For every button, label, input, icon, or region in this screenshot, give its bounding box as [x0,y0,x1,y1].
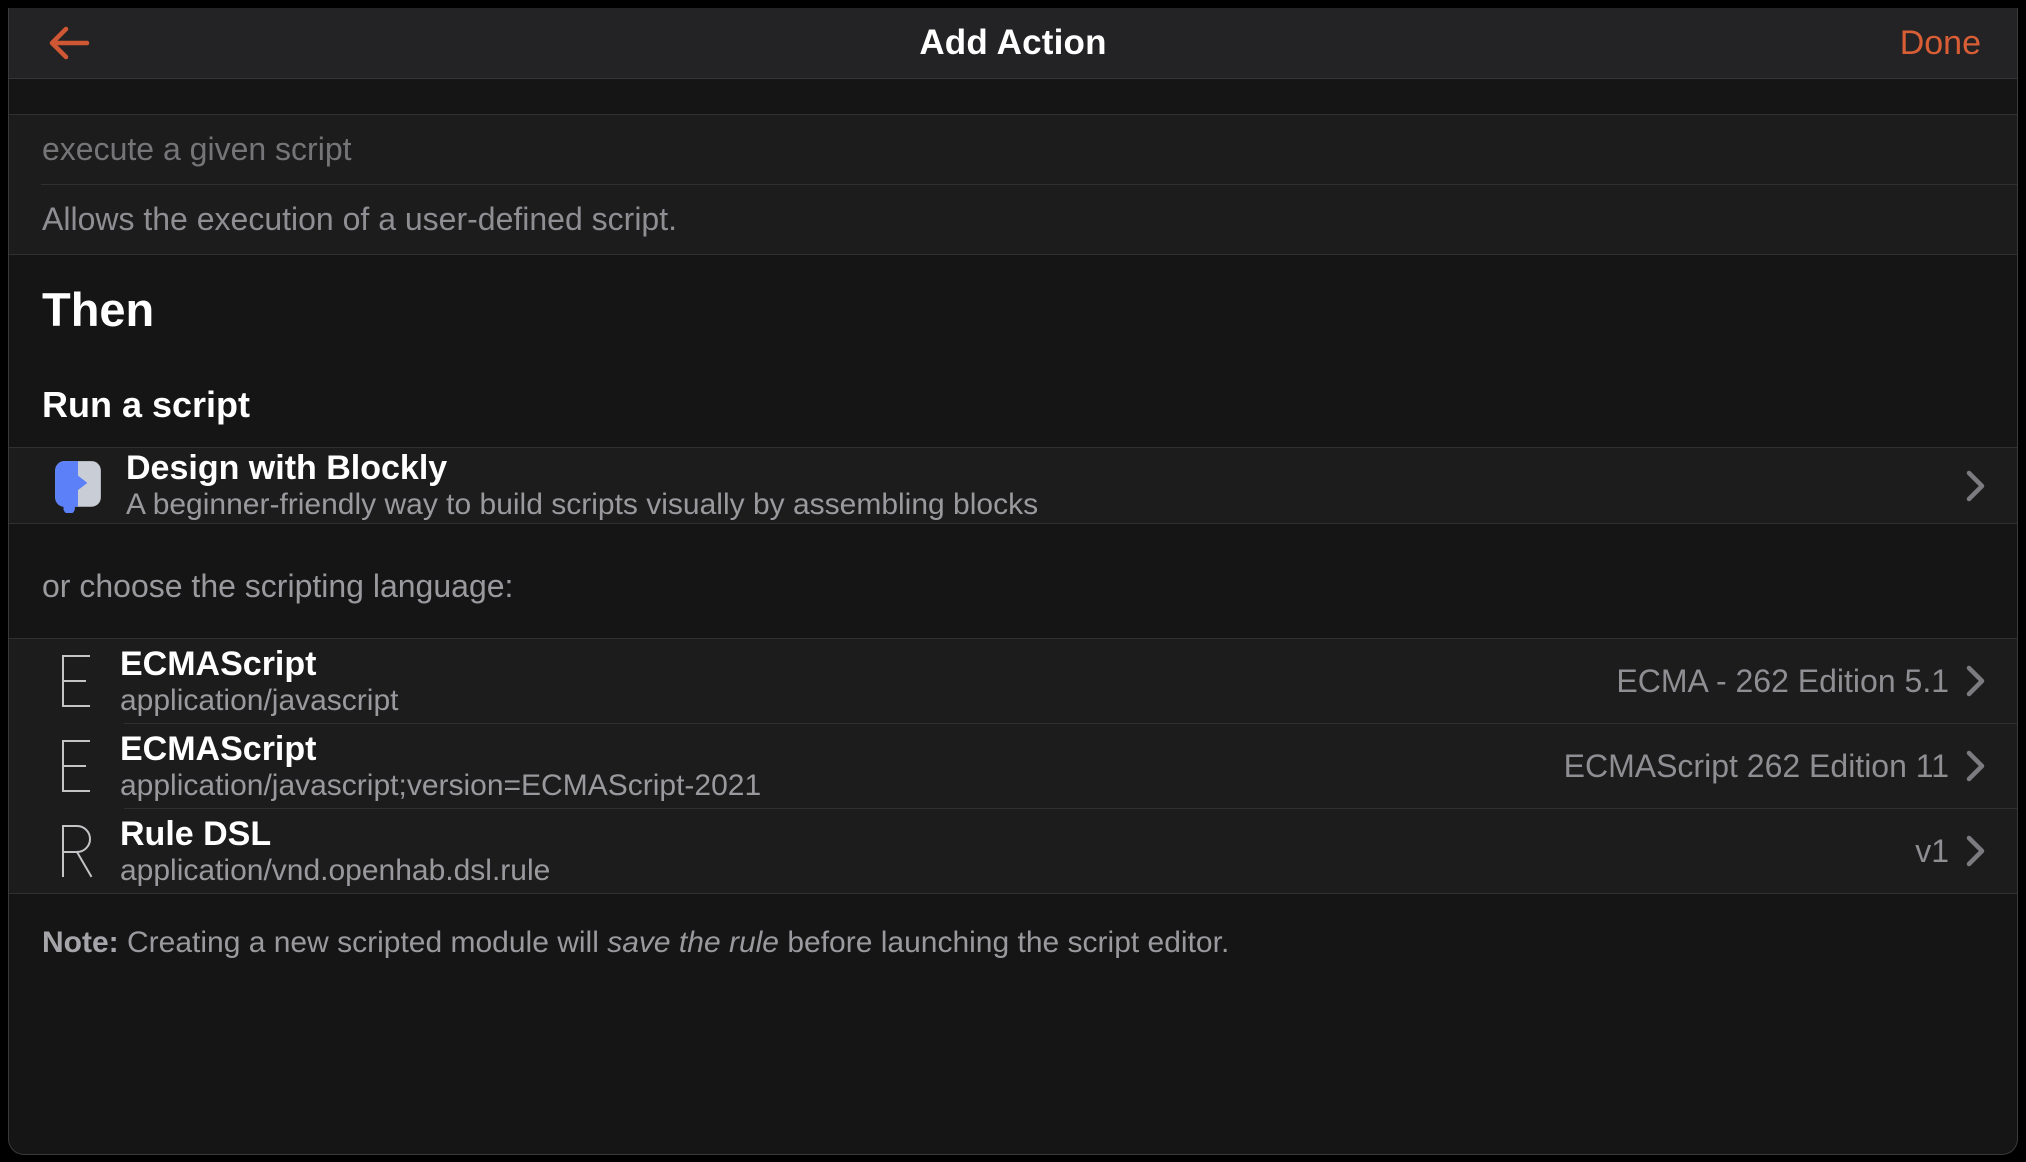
screen: { "colors": { "accent_orange": "#d95e36"… [0,0,2026,1162]
module-description-row: Allows the execution of a user-defined s… [9,185,2017,254]
languages-block: ECMAScript application/javascript ECMA -… [9,638,2017,894]
chevron-right-icon [1965,748,1987,784]
language-version: ECMAScript 262 Edition 11 [1563,747,1949,784]
module-info-block: execute a given script Allows the execut… [9,114,2017,255]
language-letter-e-icon [53,652,97,710]
blockly-block: Design with Blockly A beginner-friendly … [9,447,2017,524]
done-button[interactable]: Done [1900,24,1981,63]
language-mime: application/javascript [120,683,399,717]
module-name-field[interactable]: execute a given script [9,115,2017,184]
module-name-placeholder: execute a given script [42,131,352,167]
language-title: ECMAScript [120,644,317,683]
note-italic: save the rule [607,926,779,959]
language-mime: application/vnd.openhab.dsl.rule [120,853,551,887]
navbar: Add Action Done [9,8,2017,79]
choose-language-label: or choose the scripting language: [42,568,514,604]
back-button[interactable] [45,24,91,62]
language-mime: application/javascript;version=ECMAScrip… [120,768,762,802]
back-arrow-icon [49,26,90,60]
language-letter-r-icon [53,822,97,880]
list-item-ecmascript-2021[interactable]: ECMAScript application/javascript;versio… [9,724,2017,808]
module-description: Allows the execution of a user-defined s… [42,201,677,237]
language-version: ECMA - 262 Edition 5.1 [1616,662,1949,699]
list-item-ecmascript-5[interactable]: ECMAScript application/javascript ECMA -… [9,639,2017,723]
then-section: Then Run a script [9,255,2017,425]
page-title: Add Action [919,23,1107,62]
note-text-1: Creating a new scripted module will [118,926,608,959]
chevron-right-icon [1965,468,1987,504]
design-with-blockly-item[interactable]: Design with Blockly A beginner-friendly … [9,448,2017,523]
blockly-title: Design with Blockly [126,449,448,487]
language-title: ECMAScript [120,729,317,768]
note-text-2: before launching the script editor. [779,926,1230,959]
blockly-subtitle: A beginner-friendly way to build scripts… [126,488,1039,521]
language-title: Rule DSL [120,814,272,853]
chevron-right-icon [1965,663,1987,699]
then-heading: Then [42,283,155,336]
language-version: v1 [1915,832,1949,869]
chevron-right-icon [1965,833,1987,869]
note-label: Note: [42,926,119,959]
add-action-sheet: Add Action Done execute a given script A… [8,8,2018,1155]
run-a-script-heading: Run a script [42,384,251,425]
blockly-icon [53,459,103,513]
list-item-rule-dsl[interactable]: Rule DSL application/vnd.openhab.dsl.rul… [9,809,2017,893]
language-letter-e-icon [53,737,97,795]
note-footer: Note: Creating a new scripted module wil… [42,924,1984,962]
